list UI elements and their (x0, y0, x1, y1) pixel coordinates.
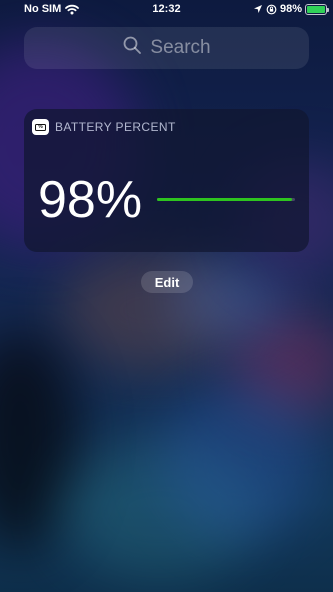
widget-title: BATTERY PERCENT (55, 120, 176, 134)
search-input[interactable]: Search (24, 27, 309, 69)
battery-level-fill (157, 198, 293, 201)
location-icon (253, 4, 263, 14)
search-icon (122, 35, 142, 61)
search-placeholder: Search (150, 37, 211, 58)
battery-app-icon: % (32, 119, 49, 135)
battery-level-bar (157, 198, 295, 201)
lock-rotation-icon (266, 4, 277, 15)
battery-percent-value: 98% (38, 171, 143, 229)
battery-widget[interactable]: % BATTERY PERCENT 98% (24, 109, 309, 252)
battery-percent-label: 98% (279, 3, 302, 15)
status-bar: No SIM 12:32 98% (0, 0, 333, 20)
edit-button[interactable]: Edit (141, 271, 193, 293)
wallpaper (0, 0, 333, 592)
battery-charging-icon (305, 3, 329, 15)
